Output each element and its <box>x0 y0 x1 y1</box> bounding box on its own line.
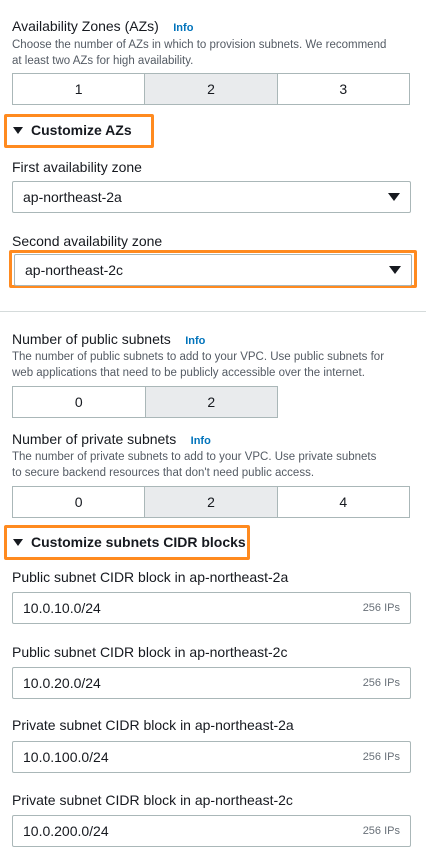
private-option-4[interactable]: 4 <box>277 487 409 517</box>
cidr-ip-count: 256 IPs <box>362 677 400 689</box>
private-subnets-title: Number of private subnets <box>12 431 177 447</box>
cidr-block-label: Private subnet CIDR block in ap-northeas… <box>12 717 294 733</box>
second-az-value: ap-northeast-2c <box>25 262 124 278</box>
private-desc-line1: The number of private subnets to add to … <box>12 451 377 463</box>
dropdown-caret-icon <box>388 193 400 201</box>
az-option-1[interactable]: 1 <box>13 74 146 104</box>
private-subnets-header: Number of private subnets Info <box>12 431 211 449</box>
az-desc-line2: at least two AZs for high availability. <box>12 55 194 67</box>
cidr-block-value: 10.0.200.0/24 <box>23 823 109 839</box>
public-subnets-description: The number of public subnets to add to y… <box>12 349 422 381</box>
cidr-ip-count: 256 IPs <box>362 751 400 763</box>
public-option-2[interactable]: 2 <box>145 387 277 417</box>
customize-azs-toggle[interactable]: Customize AZs <box>13 122 132 138</box>
private-option-0[interactable]: 0 <box>13 487 146 517</box>
az-info-link[interactable]: Info <box>173 22 193 34</box>
cidr-block-label: Public subnet CIDR block in ap-northeast… <box>12 644 288 660</box>
az-option-2[interactable]: 2 <box>145 74 278 104</box>
private-subnets-selector[interactable]: 0 2 4 <box>12 486 410 518</box>
az-header: Availability Zones (AZs) Info <box>12 18 193 36</box>
public-desc-line2: web applications that need to be publicl… <box>12 367 365 379</box>
public-subnets-header: Number of public subnets Info <box>12 331 205 349</box>
public-subnets-selector[interactable]: 0 2 <box>12 386 278 418</box>
cidr-ip-count: 256 IPs <box>362 825 400 837</box>
customize-cidr-label: Customize subnets CIDR blocks <box>31 534 246 550</box>
private-option-2[interactable]: 2 <box>145 487 278 517</box>
first-az-label: First availability zone <box>12 159 142 175</box>
cidr-block-label: Public subnet CIDR block in ap-northeast… <box>12 569 289 585</box>
cidr-ip-count: 256 IPs <box>362 602 400 614</box>
cidr-block-input[interactable]: 10.0.200.0/24 256 IPs <box>12 815 411 847</box>
az-title: Availability Zones (AZs) <box>12 18 159 34</box>
dropdown-caret-icon <box>389 266 401 274</box>
private-subnets-info-link[interactable]: Info <box>191 435 211 447</box>
public-subnets-info-link[interactable]: Info <box>185 335 205 347</box>
first-az-value: ap-northeast-2a <box>23 189 122 205</box>
az-count-selector[interactable]: 1 2 3 <box>12 73 410 105</box>
second-az-select[interactable]: ap-northeast-2c <box>14 254 412 286</box>
cidr-block-input[interactable]: 10.0.20.0/24 256 IPs <box>12 667 411 699</box>
cidr-block-value: 10.0.20.0/24 <box>23 675 101 691</box>
caret-down-icon <box>13 126 23 134</box>
second-az-label: Second availability zone <box>12 233 163 249</box>
cidr-block-value: 10.0.10.0/24 <box>23 600 101 616</box>
public-subnets-title: Number of public subnets <box>12 331 171 347</box>
customize-cidr-toggle[interactable]: Customize subnets CIDR blocks <box>13 534 246 550</box>
customize-azs-label: Customize AZs <box>31 122 132 138</box>
public-desc-line1: The number of public subnets to add to y… <box>12 351 385 363</box>
cidr-block-input[interactable]: 10.0.100.0/24 256 IPs <box>12 741 411 773</box>
az-description: Choose the number of AZs in which to pro… <box>12 37 422 69</box>
section-divider <box>0 311 426 312</box>
first-az-select[interactable]: ap-northeast-2a <box>12 181 411 213</box>
cidr-block-label: Private subnet CIDR block in ap-northeas… <box>12 792 293 808</box>
cidr-block-value: 10.0.100.0/24 <box>23 749 109 765</box>
az-option-3[interactable]: 3 <box>277 74 409 104</box>
caret-down-icon <box>13 538 23 546</box>
public-option-0[interactable]: 0 <box>13 387 146 417</box>
cidr-block-input[interactable]: 10.0.10.0/24 256 IPs <box>12 592 411 624</box>
az-desc-line1: Choose the number of AZs in which to pro… <box>12 39 387 51</box>
private-desc-line2: to secure backend resources that don't n… <box>12 467 315 479</box>
private-subnets-description: The number of private subnets to add to … <box>12 449 422 481</box>
